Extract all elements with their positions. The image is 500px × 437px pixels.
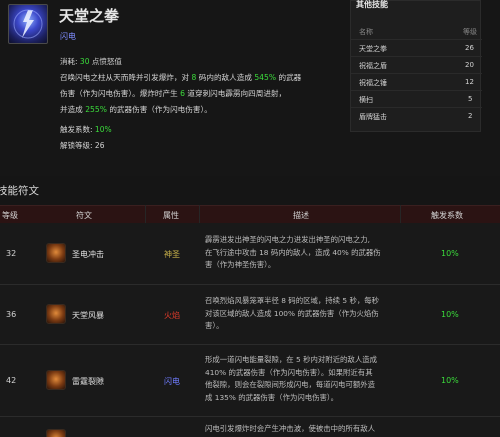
rune-name: 天堂风暴	[72, 311, 104, 320]
table-row[interactable]: 36 天堂风暴 火焰 召唤烈焰风暴笼罩半径 8 码的区域，持续 5 秒，每秒 对…	[0, 285, 500, 345]
resource-cost: 消耗: 30 点愤怒值	[60, 57, 122, 66]
table-row[interactable]: 32 圣电冲击 神圣 霹雳进发出神圣的闪电之力进发出神圣的闪电之力, 在飞行途中…	[0, 223, 500, 285]
rune-description: 形成一道闪电能量裂隙，在 5 秒内对附近的敌人造成 410% 的武器伤害（作为闪…	[205, 355, 377, 402]
other-skills-panel: 其他技能 名称 等级 天堂之拳 26 祝福之盾 20 祝福之锤 12 横扫 5 …	[350, 0, 482, 132]
rune-description: 闪电引发爆炸时会产生冲击波，使被击中的所有敌人	[205, 424, 375, 433]
skill-element: 闪电	[60, 32, 76, 41]
rune-element: 火焰	[164, 311, 180, 320]
rune-description: 召唤烈焰风暴笼罩半径 8 码的区域，持续 5 秒，每秒 对该区域的敌人造成 10…	[205, 296, 380, 330]
proc-coefficient: 触发系数: 10%	[60, 125, 112, 134]
skill-description: 召唤闪电之柱从天而降并引发爆炸，对 8 码内的敌人造成 545% 的武器 伤害（…	[60, 70, 335, 118]
table-row[interactable]: 42 雷霆裂隙 闪电 形成一道闪电能量裂隙，在 5 秒内对附近的敌人造成 410…	[0, 345, 500, 417]
runes-section-title: 技能符文	[0, 185, 39, 197]
rune-element: 神圣	[164, 250, 180, 259]
table-row[interactable]: 闪电引发爆炸时会产生冲击波，使被击中的所有敌人	[0, 417, 500, 437]
rune-element: 闪电	[164, 377, 180, 386]
desc-line: 并造成 255% 的武器伤害（作为闪电伤害）。	[60, 105, 212, 114]
rune-proc: 10%	[441, 310, 459, 319]
col-level: 等级	[2, 211, 18, 220]
panel-row-skill[interactable]: 天堂之拳 26	[351, 39, 482, 56]
panel-title: 其他技能	[356, 0, 388, 9]
panel-row-skill[interactable]: 横扫 5	[351, 90, 482, 107]
rune-icon	[46, 429, 66, 437]
fist-of-heavens-icon	[8, 4, 48, 44]
rune-name: 圣电冲击	[72, 250, 104, 259]
skill-title: 天堂之拳	[59, 7, 120, 25]
rune-level: 42	[6, 376, 17, 385]
unlock-level: 解锁等级: 26	[60, 141, 105, 150]
rune-icon	[46, 370, 66, 390]
col-description: 描述	[293, 211, 309, 220]
col-rune: 符文	[76, 211, 92, 220]
rune-icon	[46, 304, 66, 324]
desc-line: 召唤闪电之柱从天而降并引发爆炸，对 8 码内的敌人造成 545% 的武器	[60, 73, 302, 82]
col-proc: 触发系数	[431, 211, 463, 220]
rune-name: 雷霆裂隙	[72, 377, 104, 386]
panel-header: 名称 等级	[359, 28, 477, 36]
rune-proc: 10%	[441, 376, 459, 385]
rune-description: 霹雳进发出神圣的闪电之力进发出神圣的闪电之力, 在飞行途中攻击 18 码内的敌人…	[205, 235, 381, 269]
panel-row-skill[interactable]: 盾牌猛击 2	[351, 107, 482, 124]
desc-line: 伤害（作为闪电伤害）。爆炸时产生 6 道穿刺闪电霹雳向四周进射，	[60, 89, 287, 98]
col-element: 属性	[163, 211, 179, 220]
rune-icon	[46, 243, 66, 263]
panel-row-skill[interactable]: 祝福之盾 20	[351, 56, 482, 73]
panel-row-skill[interactable]: 祝福之锤 12	[351, 73, 482, 90]
rune-level: 32	[6, 249, 17, 258]
runes-table-header: 等级 符文 属性 描述 触发系数	[0, 205, 500, 223]
rune-level: 36	[6, 310, 17, 319]
rune-proc: 10%	[441, 249, 459, 258]
